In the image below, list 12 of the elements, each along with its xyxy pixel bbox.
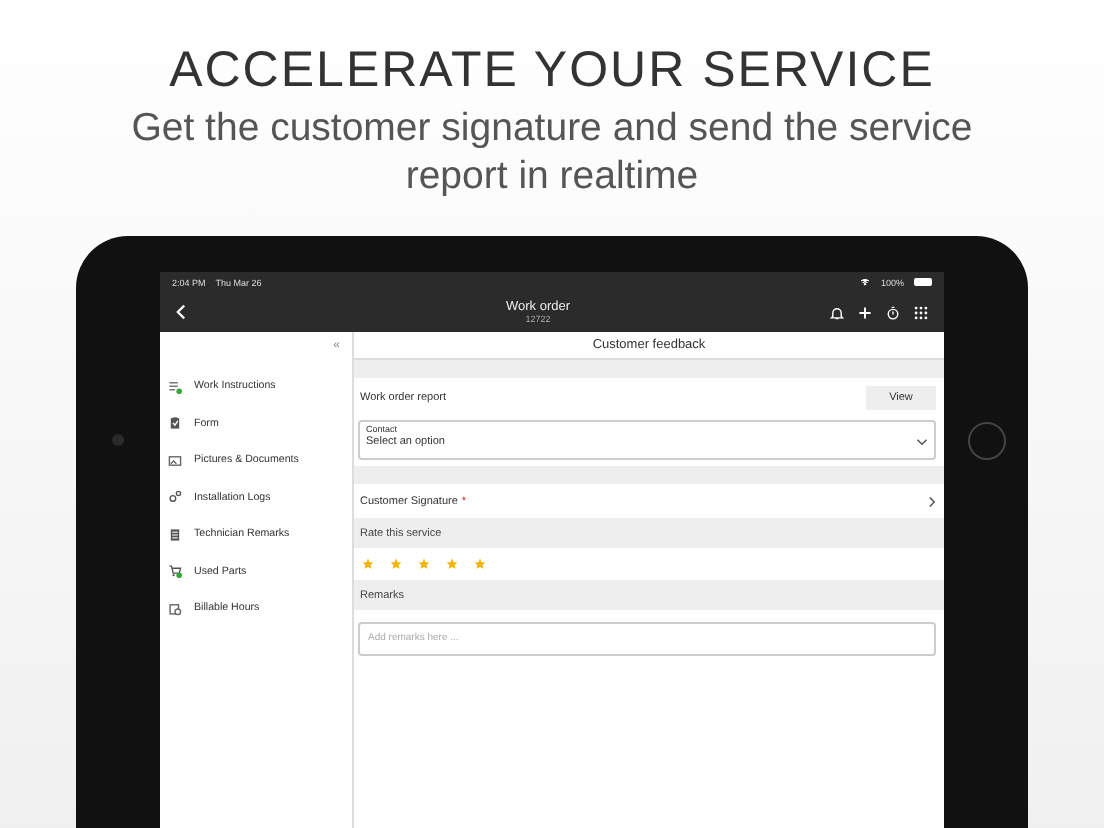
timer-icon[interactable] [886,305,900,319]
bell-icon[interactable] [830,305,844,319]
subheadline: Get the customer signature and send the service report in realtime [129,104,975,200]
grid-icon[interactable] [914,305,928,319]
back-icon[interactable] [176,304,186,320]
camera-icon [112,434,124,446]
plus-icon[interactable] [858,305,872,319]
chevron-down-icon [916,438,928,446]
chevron-right-icon [928,495,936,507]
headline: ACCELERATE YOUR SERVICE [169,40,935,100]
battery-icon [914,278,932,286]
wifi-icon [860,278,871,286]
